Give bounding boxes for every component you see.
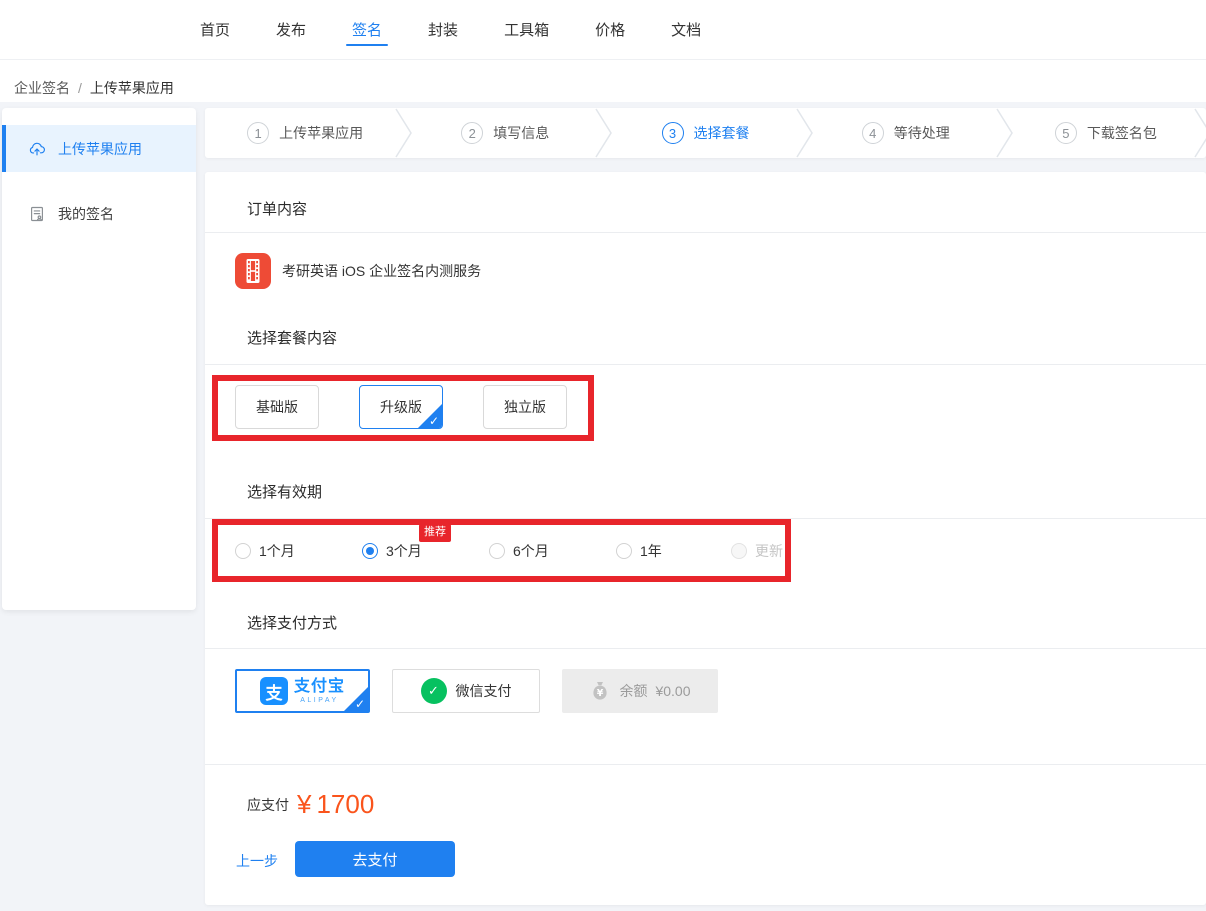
divider [205,648,1206,649]
step-label: 下载签名包 [1087,123,1157,143]
step-arrow-icon [1193,108,1206,158]
step-5-download: 5 下载签名包 [1006,108,1206,158]
section-title-order-content: 订单内容 [247,198,307,219]
breadcrumb: 企业签名 / 上传苹果应用 [14,78,174,98]
alipay-logo-icon: 支 [260,677,288,705]
steps-bar: 1 上传苹果应用 2 填写信息 3 选择套餐 4 等待处理 5 下载签名包 [205,108,1206,158]
radio-selected-icon [362,543,378,559]
sidebar-item-my-signatures[interactable]: 我的签名 [2,190,196,237]
package-option-upgrade[interactable]: 升级版 ✓ [359,385,443,429]
amount-due-row: 应支付 ¥ 1700 [247,789,374,820]
nav-item-home[interactable]: 首页 [200,0,230,59]
validity-option-6-months[interactable]: 6个月 [489,541,549,561]
step-3-choose-plan: 3 选择套餐 [605,108,805,158]
recommend-badge: 推荐 [419,524,451,542]
sidebar-item-label: 上传苹果应用 [58,139,142,159]
cloud-upload-icon [28,140,46,158]
app-film-icon [235,253,271,289]
step-4-processing: 4 等待处理 [806,108,1006,158]
order-panel: 订单内容 考研英语 iOS 企业签名内测服务 选择套餐内容 [205,172,1206,905]
wechat-pay-icon: ✓ [421,678,447,704]
step-arrow-icon [394,108,414,158]
breadcrumb-current: 上传苹果应用 [90,80,174,96]
step-1-upload: 1 上传苹果应用 [205,108,405,158]
payment-option-wechat[interactable]: ✓ 微信支付 [392,669,540,713]
step-arrow-icon [795,108,815,158]
radio-label: 更新 [755,541,783,561]
sidebar-item-label: 我的签名 [58,204,114,224]
balance-amount: ¥0.00 [655,683,690,699]
nav-item-pricing[interactable]: 价格 [595,0,625,59]
payment-options: 支 支付宝 ALIPAY ✓ ✓ 微信支付 ¥ 余额 ¥0.00 [235,669,718,713]
nav-item-package[interactable]: 封装 [428,0,458,59]
svg-text:¥: ¥ [597,688,604,699]
previous-step-link[interactable]: 上一步 [236,851,278,871]
divider [205,764,1206,765]
step-arrow-icon [995,108,1015,158]
radio-icon [616,543,632,559]
go-pay-button[interactable]: 去支付 [295,841,455,877]
nav-item-publish[interactable]: 发布 [276,0,306,59]
radio-label: 1年 [640,541,662,561]
alipay-sub-label: ALIPAY [300,697,338,704]
package-option-label: 独立版 [504,397,546,417]
amount-due-label: 应支付 [247,795,289,815]
balance-label: 余额 [619,681,647,701]
currency-symbol: ¥ [297,789,311,820]
validity-option-1-month[interactable]: 1个月 [235,541,295,561]
divider [205,518,1206,519]
wechat-label: 微信支付 [456,681,512,701]
radio-icon [489,543,505,559]
validity-option-3-months[interactable]: 3个月 [362,541,422,561]
radio-disabled-icon [731,543,747,559]
radio-icon [235,543,251,559]
payment-option-alipay[interactable]: 支 支付宝 ALIPAY ✓ [235,669,370,713]
top-navigation: 首页 发布 签名 封装 工具箱 价格 文档 [0,0,1206,60]
package-option-basic[interactable]: 基础版 [235,385,319,429]
amount-number: 1700 [316,789,374,820]
step-number: 3 [662,122,684,144]
package-options: 基础版 升级版 ✓ 独立版 [235,385,567,429]
radio-label: 6个月 [513,541,549,561]
alipay-label: 支付宝 [294,678,345,696]
section-title-payment: 选择支付方式 [247,612,337,633]
step-number: 1 [247,122,269,144]
divider [205,232,1206,233]
step-number: 4 [862,122,884,144]
nav-item-docs[interactable]: 文档 [671,0,701,59]
payment-option-balance: ¥ 余额 ¥0.00 [562,669,718,713]
step-label: 选择套餐 [694,123,750,143]
alipay-wordmark: 支付宝 ALIPAY [294,678,345,703]
radio-label: 1个月 [259,541,295,561]
money-bag-icon: ¥ [589,680,611,702]
divider [205,364,1206,365]
step-label: 等待处理 [894,123,950,143]
step-label: 填写信息 [493,123,549,143]
app-name: 考研英语 iOS 企业签名内测服务 [282,261,481,281]
step-number: 2 [461,122,483,144]
radio-label: 3个月 [386,541,422,561]
sidebar-item-upload-apple-app[interactable]: 上传苹果应用 [2,125,196,172]
package-option-label: 升级版 [380,397,422,417]
package-option-standalone[interactable]: 独立版 [483,385,567,429]
step-number: 5 [1055,122,1077,144]
breadcrumb-separator: / [78,80,82,96]
section-title-package: 选择套餐内容 [247,327,337,348]
selected-check-icon: ✓ [343,686,369,712]
step-label: 上传苹果应用 [279,123,363,143]
section-title-validity: 选择有效期 [247,481,322,502]
package-option-label: 基础版 [256,397,298,417]
nav-item-signature[interactable]: 签名 [352,0,382,59]
step-2-fill-info: 2 填写信息 [405,108,605,158]
signature-doc-icon [28,205,46,223]
step-arrow-icon [594,108,614,158]
sidebar: 上传苹果应用 我的签名 [2,108,196,610]
breadcrumb-parent[interactable]: 企业签名 [14,80,70,96]
amount-due-value: ¥ 1700 [297,789,374,820]
validity-option-renew: 更新 [731,541,783,561]
order-app-row: 考研英语 iOS 企业签名内测服务 [235,253,481,289]
nav-item-toolbox[interactable]: 工具箱 [504,0,549,59]
validity-option-1-year[interactable]: 1年 [616,541,662,561]
